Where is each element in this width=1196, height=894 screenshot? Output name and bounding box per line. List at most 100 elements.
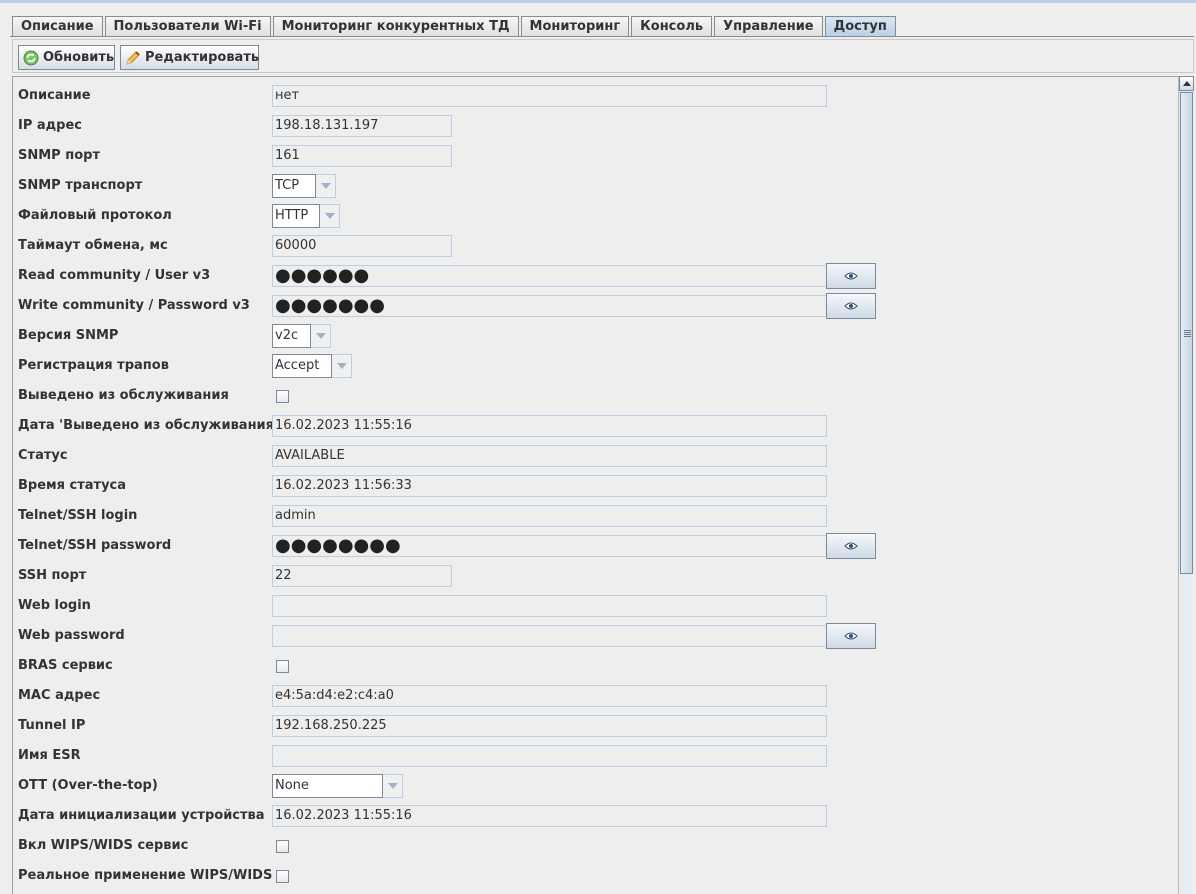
mac-field[interactable]: e4:5a:d4:e2:c4:a0: [272, 685, 827, 707]
esr-name-label: Имя ESR: [18, 748, 81, 763]
wips-service-checkbox[interactable]: [276, 840, 289, 853]
out-of-service-checkbox[interactable]: [276, 390, 289, 403]
ott-select[interactable]: None: [272, 774, 403, 798]
web-password-label: Web password: [18, 628, 125, 643]
ip-label: IP адрес: [18, 118, 82, 133]
ott-value: None: [272, 774, 383, 798]
timeout-label: Таймаут обмена, мс: [18, 238, 168, 253]
show-write-community-button[interactable]: [826, 293, 876, 319]
row-web-password: Web password: [13, 621, 1177, 651]
row-bras-service: BRAS сервис: [13, 651, 1177, 681]
init-date-label: Дата инициализации устройства: [18, 808, 265, 823]
bras-service-label: BRAS сервис: [18, 658, 113, 673]
eye-icon: [844, 632, 858, 640]
row-esr-name: Имя ESR: [13, 741, 1177, 771]
chevron-down-icon[interactable]: [320, 204, 340, 228]
status-time-label: Время статуса: [18, 478, 127, 493]
row-status-time: Время статуса 16.02.2023 11:56:33: [13, 471, 1177, 501]
telnet-login-label: Telnet/SSH login: [18, 508, 138, 523]
row-ssh-port: SSH порт 22: [13, 561, 1177, 591]
scroll-up-button[interactable]: [1179, 76, 1194, 91]
trap-registration-value: Accept: [272, 354, 332, 378]
tab-competitor-monitoring[interactable]: Мониторинг конкурентных ТД: [272, 16, 519, 36]
description-field[interactable]: нет: [272, 85, 827, 107]
row-ip: IP адрес 198.18.131.197: [13, 111, 1177, 141]
tunnel-ip-field[interactable]: 192.168.250.225: [272, 715, 827, 737]
web-login-label: Web login: [18, 598, 91, 613]
snmp-port-field[interactable]: 161: [272, 145, 452, 167]
ssh-port-field[interactable]: 22: [272, 565, 452, 587]
out-of-service-date-label: Дата 'Выведено из обслуживания': [18, 418, 278, 433]
row-mac: MAC адрес e4:5a:d4:e2:c4:a0: [13, 681, 1177, 711]
tab-access[interactable]: Доступ: [824, 16, 896, 37]
read-community-field[interactable]: ●●●●●●: [272, 265, 827, 287]
tab-console[interactable]: Консоль: [631, 16, 713, 36]
edit-button[interactable]: Редактировать: [120, 45, 259, 70]
snmp-transport-label: SNMP транспорт: [18, 178, 143, 193]
esr-name-field[interactable]: [272, 745, 827, 767]
access-form: Описание нет IP адрес 198.18.131.197 SNM…: [12, 76, 1194, 894]
chevron-down-icon[interactable]: [332, 354, 352, 378]
row-telnet-login: Telnet/SSH login admin: [13, 501, 1177, 531]
refresh-button[interactable]: Обновить: [18, 45, 115, 70]
row-status: Статус AVAILABLE: [13, 441, 1177, 471]
tab-bar: Описание Пользователи Wi-Fi Мониторинг к…: [12, 16, 898, 37]
row-write-community: Write community / Password v3 ●●●●●●●: [13, 291, 1177, 321]
eye-icon: [844, 542, 858, 550]
wips-real-label: Реальное применение WIPS/WIDS: [18, 868, 273, 883]
row-snmp-port: SNMP порт 161: [13, 141, 1177, 171]
trap-registration-select[interactable]: Accept: [272, 354, 352, 378]
row-ott: OTT (Over-the-top) None: [13, 771, 1177, 801]
chevron-down-icon[interactable]: [316, 174, 336, 198]
bras-service-checkbox[interactable]: [276, 660, 289, 673]
tab-panel-border: [10, 36, 1194, 37]
show-telnet-password-button[interactable]: [826, 533, 876, 559]
tab-wifi-users[interactable]: Пользователи Wi-Fi: [104, 16, 271, 36]
file-protocol-select[interactable]: HTTP: [272, 204, 340, 228]
row-snmp-transport: SNMP транспорт TCP: [13, 171, 1177, 201]
status-time-field[interactable]: 16.02.2023 11:56:33: [272, 475, 827, 497]
ssh-port-label: SSH порт: [18, 568, 87, 583]
row-read-community: Read community / User v3 ●●●●●●: [13, 261, 1177, 291]
status-field[interactable]: AVAILABLE: [272, 445, 827, 467]
tab-management[interactable]: Управление: [714, 16, 823, 36]
snmp-version-select[interactable]: v2c: [272, 324, 331, 348]
init-date-field[interactable]: 16.02.2023 11:55:16: [272, 805, 827, 827]
eye-icon: [844, 272, 858, 280]
eye-icon: [844, 302, 858, 310]
row-timeout: Таймаут обмена, мс 60000: [13, 231, 1177, 261]
web-password-field[interactable]: [272, 625, 827, 647]
out-of-service-date-field[interactable]: 16.02.2023 11:55:16: [272, 415, 827, 437]
refresh-label: Обновить: [43, 50, 115, 65]
wips-real-checkbox[interactable]: [276, 870, 289, 883]
ip-field[interactable]: 198.18.131.197: [272, 115, 452, 137]
chevron-down-icon[interactable]: [383, 774, 403, 798]
vertical-scrollbar[interactable]: [1178, 76, 1194, 894]
snmp-version-value: v2c: [272, 324, 311, 348]
description-label: Описание: [18, 88, 91, 103]
timeout-field[interactable]: 60000: [272, 235, 452, 257]
scrollbar-thumb[interactable]: [1180, 92, 1193, 574]
row-trap-registration: Регистрация трапов Accept: [13, 351, 1177, 381]
chevron-up-icon: [1182, 81, 1191, 86]
snmp-transport-select[interactable]: TCP: [272, 174, 336, 198]
show-web-password-button[interactable]: [826, 623, 876, 649]
write-community-field[interactable]: ●●●●●●●: [272, 295, 827, 317]
row-out-of-service: Выведено из обслуживания: [13, 381, 1177, 411]
tab-monitoring[interactable]: Мониторинг: [520, 16, 630, 36]
write-community-label: Write community / Password v3: [18, 298, 250, 313]
snmp-port-label: SNMP порт: [18, 148, 100, 163]
pencil-icon: [125, 50, 141, 66]
telnet-password-field[interactable]: ●●●●●●●●: [272, 535, 827, 557]
row-wips-real: Реальное применение WIPS/WIDS: [13, 861, 1177, 891]
row-description: Описание нет: [13, 81, 1177, 111]
telnet-password-label: Telnet/SSH password: [18, 538, 172, 553]
tab-description[interactable]: Описание: [12, 16, 103, 36]
chevron-down-icon[interactable]: [311, 324, 331, 348]
file-protocol-value: HTTP: [272, 204, 320, 228]
tunnel-ip-label: Tunnel IP: [18, 718, 86, 733]
wips-service-label: Вкл WIPS/WIDS сервис: [18, 838, 189, 853]
telnet-login-field[interactable]: admin: [272, 505, 827, 527]
web-login-field[interactable]: [272, 595, 827, 617]
show-read-community-button[interactable]: [826, 263, 876, 289]
